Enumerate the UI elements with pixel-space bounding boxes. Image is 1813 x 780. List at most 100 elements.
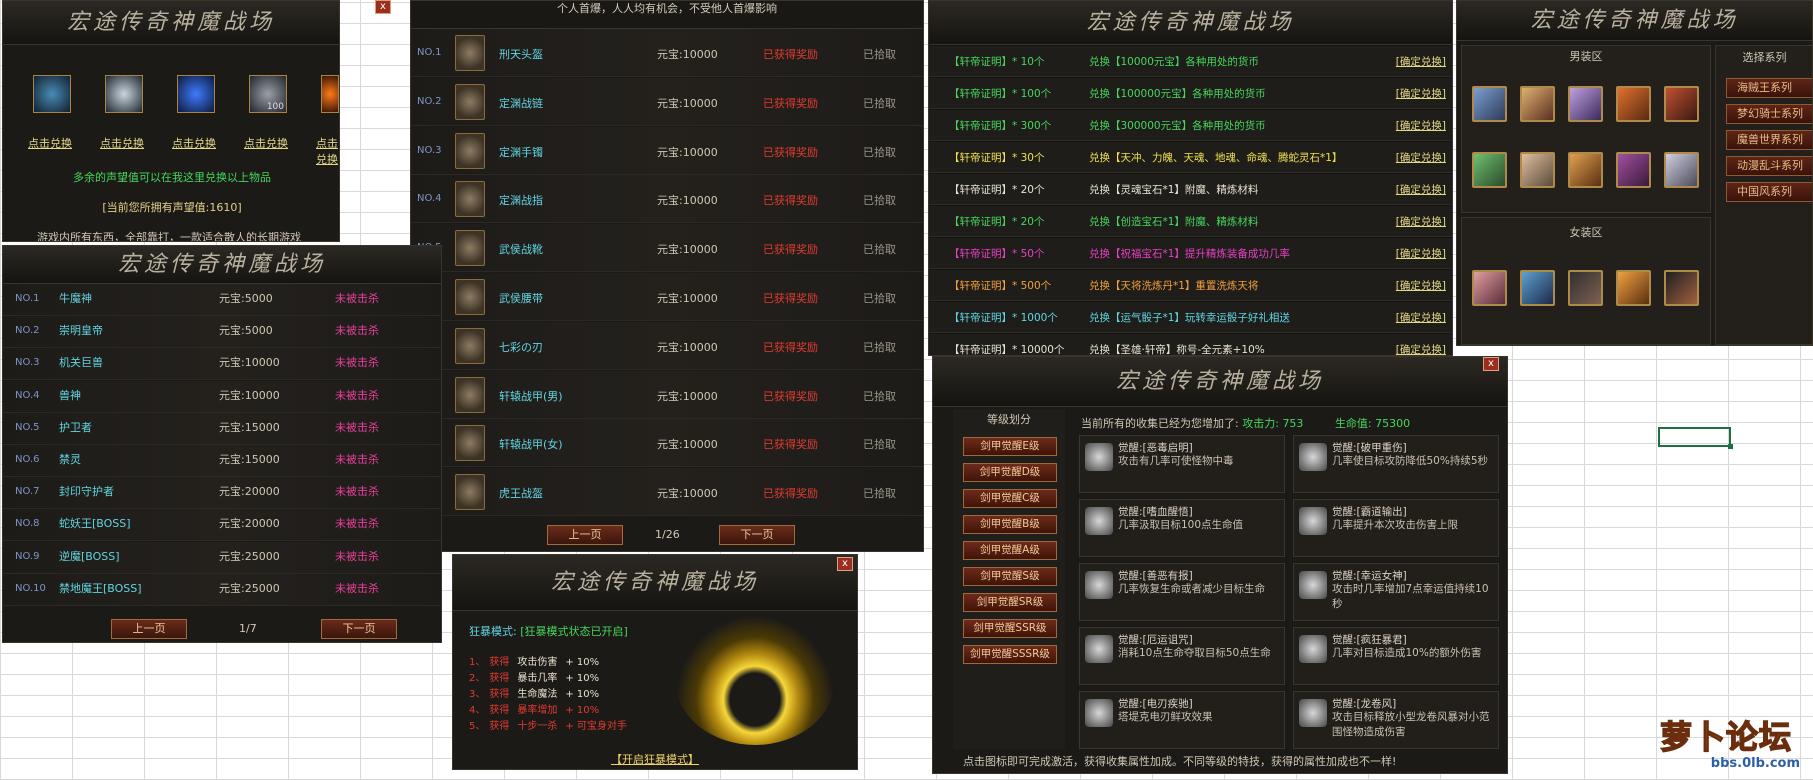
equipment-icon[interactable] <box>455 83 485 120</box>
boss-row: NO.4 兽神 元宝:10000 未被击杀 <box>3 380 441 413</box>
confirm-exchange-button[interactable]: [确定兑换] <box>1396 302 1446 334</box>
grade-button[interactable]: 剑甲觉醒A级 <box>963 541 1057 560</box>
pickup-status: 已拾取 <box>863 487 896 501</box>
male-costume-avatar[interactable] <box>1472 152 1507 188</box>
exchange-link-1[interactable]: 点击兑换 <box>28 135 72 151</box>
grade-button[interactable]: 剑甲觉醒B级 <box>963 515 1057 534</box>
awakening-skill-card[interactable]: 觉醒:[善恶有报] 几率恢复生命或者减少目标生命 <box>1079 563 1285 621</box>
male-costume-avatar[interactable] <box>1568 152 1603 188</box>
male-costume-avatar[interactable] <box>1520 86 1555 122</box>
grade-button[interactable]: 剑甲觉醒SSR级 <box>963 619 1057 638</box>
female-costume-avatar[interactable] <box>1664 270 1699 306</box>
skill-icon[interactable] <box>1085 699 1113 727</box>
awakening-skill-card[interactable]: 觉醒:[恶毒启明] 攻击有几率可使怪物中毒 <box>1079 435 1285 493</box>
confirm-exchange-button[interactable]: [确定兑换] <box>1396 142 1446 174</box>
series-label: 选择系列 <box>1742 51 1787 64</box>
grade-button[interactable]: 剑甲觉醒S级 <box>963 567 1057 586</box>
confirm-exchange-button[interactable]: [确定兑换] <box>1396 78 1446 110</box>
equipment-icon[interactable] <box>455 132 485 169</box>
skill-icon[interactable] <box>1299 699 1327 727</box>
boss-row: NO.8 蛇妖王[BOSS] 元宝:20000 未被击杀 <box>3 509 441 542</box>
awakening-skill-card[interactable]: 觉醒:[霸道输出] 几率提升本次攻击伤害上限 <box>1293 499 1499 557</box>
frenzy-bonus-line: 1、 获得 攻击伤害 + 10% <box>469 655 627 671</box>
prev-page-button[interactable]: 上一页 <box>547 525 623 545</box>
series-button[interactable]: 魔兽世界系列 <box>1726 130 1812 150</box>
grade-button[interactable]: 剑甲觉醒D级 <box>963 463 1057 482</box>
awakening-skill-card[interactable]: 觉醒:[厄运诅咒] 消耗10点生命夺取目标50点生命 <box>1079 627 1285 685</box>
next-page-button[interactable]: 下一页 <box>321 619 397 639</box>
item-slot-scroll[interactable] <box>33 75 71 113</box>
skill-icon[interactable] <box>1085 443 1113 471</box>
exchange-link-4[interactable]: 点击兑换 <box>244 135 288 151</box>
equipment-icon[interactable] <box>455 425 485 462</box>
equipment-icon[interactable] <box>455 35 485 71</box>
skill-icon[interactable] <box>1299 635 1327 663</box>
grade-button[interactable]: 剑甲觉醒SSSR级 <box>963 645 1057 664</box>
series-button[interactable]: 动漫乱斗系列 <box>1726 156 1812 176</box>
item-name: 刑天头盔 <box>499 48 543 61</box>
next-page-button[interactable]: 下一页 <box>719 525 795 545</box>
reward-status: 已获得奖励 <box>763 96 818 110</box>
grade-button[interactable]: 剑甲觉醒SR级 <box>963 593 1057 612</box>
skill-icon[interactable] <box>1085 507 1113 535</box>
exchange-link-5[interactable]: 点击兑换 <box>316 135 339 167</box>
certificate-row: 【轩帝证明】* 500个 兑换【天将洗炼丹*1】重置洗炼天将 [确定兑换] <box>929 269 1452 301</box>
male-costume-avatar[interactable] <box>1520 152 1555 188</box>
open-frenzy-button[interactable]: 【开启狂暴模式】 <box>453 751 857 767</box>
confirm-exchange-button[interactable]: [确定兑换] <box>1396 206 1446 238</box>
confirm-exchange-button[interactable]: [确定兑换] <box>1396 174 1446 206</box>
awakening-skill-card[interactable]: 觉醒:[电刃疾驰] 塔堤克电刃鲜攻效果 <box>1079 691 1285 749</box>
male-costume-avatar[interactable] <box>1472 86 1507 122</box>
male-costume-avatar[interactable] <box>1616 152 1651 188</box>
confirm-exchange-button[interactable]: [确定兑换] <box>1396 110 1446 142</box>
equipment-icon[interactable] <box>455 230 485 267</box>
female-costume-avatar[interactable] <box>1616 270 1651 306</box>
equipment-icon[interactable] <box>455 376 485 413</box>
item-slot-vase[interactable] <box>105 75 143 113</box>
drop-header: 个人首爆，人人均有机会，不受他人首爆影响 <box>411 1 923 29</box>
awakening-skill-card[interactable]: 觉醒:[破甲重伤] 几率使目标攻防降低50%持续5秒 <box>1293 435 1499 493</box>
awakening-skill-card[interactable]: 觉醒:[龙卷风] 攻击目标释放小型龙卷风暴对小范围怪物造成伤害 <box>1293 691 1499 749</box>
item-slot-ore[interactable]: 100 <box>249 75 287 113</box>
series-button[interactable]: 中国风系列 <box>1726 182 1812 202</box>
pickup-status: 已拾取 <box>863 438 896 452</box>
close-icon[interactable]: x <box>375 0 391 14</box>
confirm-exchange-button[interactable]: [确定兑换] <box>1396 334 1446 355</box>
skill-icon[interactable] <box>1299 571 1327 599</box>
equipment-icon[interactable] <box>455 474 485 511</box>
confirm-exchange-button[interactable]: [确定兑换] <box>1396 238 1446 270</box>
awakening-skill-card[interactable]: 觉醒:[幸运女神] 攻击时几率增加7点幸运值持续10秒 <box>1293 563 1499 621</box>
confirm-exchange-button[interactable]: [确定兑换] <box>1396 46 1446 78</box>
close-icon[interactable]: x <box>1483 357 1499 371</box>
series-button[interactable]: 海贼王系列 <box>1726 78 1812 98</box>
skill-icon[interactable] <box>1085 635 1113 663</box>
equipment-icon[interactable] <box>455 327 485 364</box>
exchange-link-3[interactable]: 点击兑换 <box>172 135 216 151</box>
item-slot-orange-gem[interactable] <box>321 75 339 113</box>
grade-button[interactable]: 剑甲觉醒C级 <box>963 489 1057 508</box>
close-icon[interactable]: x <box>837 557 853 571</box>
grade-button[interactable]: 剑甲觉醒E级 <box>963 437 1057 456</box>
female-costume-avatar[interactable] <box>1472 270 1507 306</box>
equipment-icon[interactable] <box>455 181 485 218</box>
prev-page-button[interactable]: 上一页 <box>111 619 187 639</box>
awakening-skill-card[interactable]: 觉醒:[嗜血醒悟] 几率汲取目标100点生命值 <box>1079 499 1285 557</box>
equipment-icon[interactable] <box>455 279 485 315</box>
skill-icon[interactable] <box>1299 443 1327 471</box>
female-costume-avatar[interactable] <box>1520 270 1555 306</box>
awakening-skill-card[interactable]: 觉醒:[疯狂暴君] 几率对目标造成10%的额外伤害 <box>1293 627 1499 685</box>
male-costume-avatar[interactable] <box>1616 86 1651 122</box>
series-button[interactable]: 梦幻骑士系列 <box>1726 104 1812 124</box>
skill-icon[interactable] <box>1085 571 1113 599</box>
skill-icon[interactable] <box>1299 507 1327 535</box>
exchange-link-2[interactable]: 点击兑换 <box>100 135 144 151</box>
female-costume-avatar[interactable] <box>1568 270 1603 306</box>
item-slot-blue-flame[interactable] <box>177 75 215 113</box>
confirm-exchange-button[interactable]: [确定兑换] <box>1396 270 1446 302</box>
bonus-get: 获得 <box>489 721 510 732</box>
skill-title: 觉醒:[疯狂暴君] <box>1332 634 1407 646</box>
male-costume-avatar[interactable] <box>1664 86 1699 122</box>
male-costume-avatar[interactable] <box>1664 152 1699 188</box>
selected-cell[interactable] <box>1658 427 1733 449</box>
male-costume-avatar[interactable] <box>1568 86 1603 122</box>
